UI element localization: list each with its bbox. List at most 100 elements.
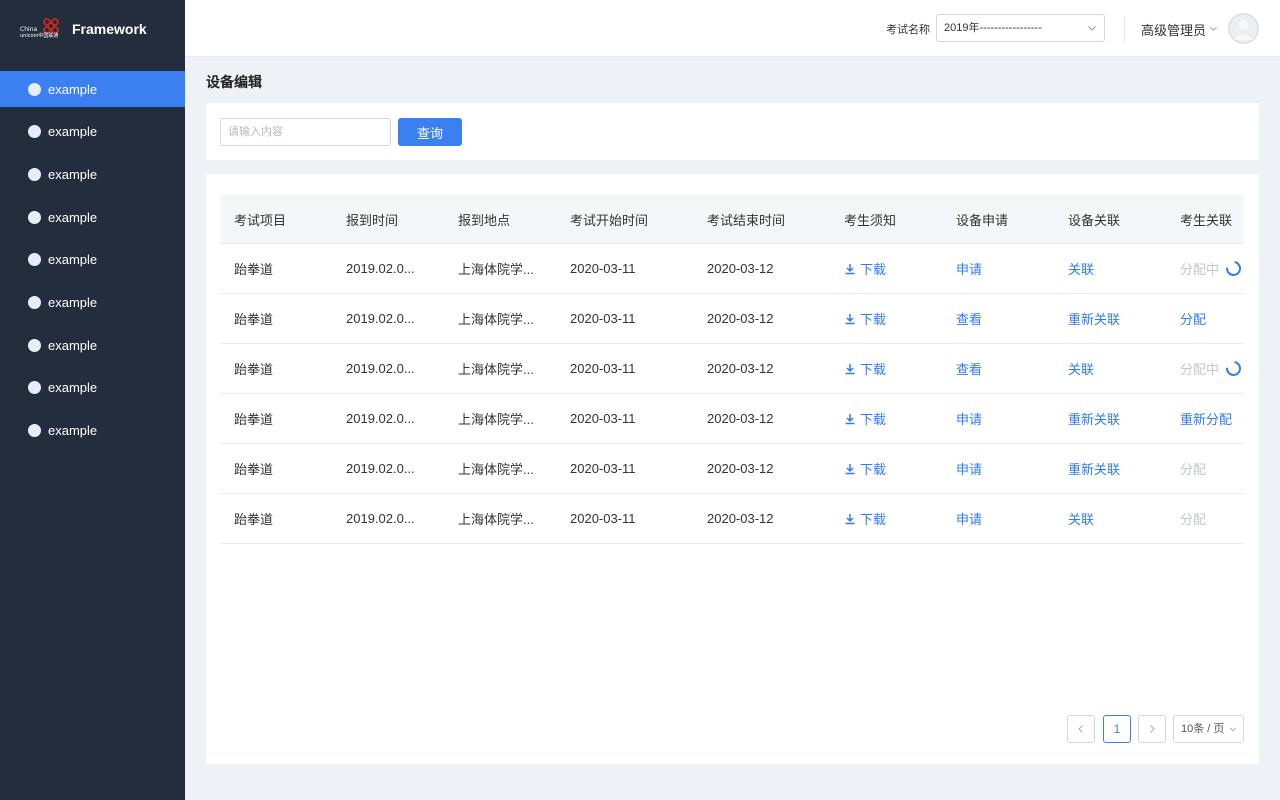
logo-text: Framework	[72, 21, 147, 37]
student-link-label: 分配	[1180, 312, 1207, 327]
sidebar-item-example[interactable]: example	[0, 156, 185, 192]
cell-end-time: 2020-03-12	[707, 311, 774, 326]
student-link-action[interactable]: 重新分配	[1180, 394, 1232, 443]
sidebar-item-label: example	[48, 337, 98, 353]
cell-checkin-time: 2019.02.0...	[346, 261, 415, 276]
table-card: 考试项目 报到时间 报到地点 考试开始时间 考试结束时间 考生须知 设备申请 设备关联 考生关联…	[206, 174, 1259, 764]
cell-start-time: 2020-03-11	[570, 361, 636, 376]
circle-icon	[28, 338, 41, 352]
sidebar-item-example[interactable]: example	[0, 413, 185, 449]
download-notice-link[interactable]: 下载	[844, 394, 886, 443]
cell-end-time: 2020-03-12	[707, 461, 774, 476]
search-button[interactable]: 查询	[398, 118, 462, 146]
circle-icon	[28, 253, 41, 267]
column-header-device-apply: 设备申请	[956, 212, 1009, 228]
download-notice-link[interactable]: 下载	[844, 294, 886, 343]
download-label: 下载	[860, 362, 887, 377]
cell-start-time: 2020-03-11	[570, 261, 636, 276]
device-apply-link[interactable]: 申请	[956, 244, 982, 293]
download-notice-link[interactable]: 下载	[844, 244, 886, 293]
cell-end-time: 2020-03-12	[707, 261, 774, 276]
chevron-down-icon	[1229, 727, 1237, 732]
page-size-select[interactable]: 10条 / 页	[1173, 715, 1244, 743]
download-icon	[845, 463, 855, 474]
device-apply-link[interactable]: 查看	[956, 294, 982, 343]
device-apply-link[interactable]: 申请	[956, 394, 982, 443]
device-link-link[interactable]: 关联	[1068, 244, 1094, 293]
device-link-link[interactable]: 重新关联	[1068, 444, 1120, 493]
download-label: 下载	[860, 462, 887, 477]
device-apply-link[interactable]: 查看	[956, 344, 982, 393]
column-header-start-time: 考试开始时间	[570, 212, 649, 228]
cell-location: 上海体院学...	[458, 512, 534, 527]
cell-checkin-time: 2019.02.0...	[346, 361, 415, 376]
column-header-checkin-location: 报到地点	[458, 212, 511, 228]
sidebar-item-example[interactable]: example	[0, 71, 185, 107]
sidebar-nav: example example example example example examp…	[0, 71, 185, 449]
table-row: 跆拳道 2019.02.0... 上海体院学... 2020-03-11 2020-03…	[220, 244, 1244, 294]
logo: China unicom中国联通 Framework	[0, 0, 185, 58]
user-name[interactable]: 高级管理员	[1141, 20, 1206, 39]
download-icon	[845, 263, 855, 274]
table-row: 跆拳道 2019.02.0... 上海体院学... 2020-03-11 2020-03…	[220, 444, 1244, 494]
chevron-left-icon	[1078, 725, 1083, 733]
pagination-prev-button[interactable]	[1067, 715, 1095, 743]
sidebar-item-example[interactable]: example	[0, 114, 185, 150]
cell-checkin-time: 2019.02.0...	[346, 461, 415, 476]
sidebar-item-label: example	[48, 423, 98, 438]
sidebar-item-example[interactable]: example	[0, 284, 185, 320]
sidebar-item-example[interactable]: example	[0, 242, 185, 278]
column-header-student-link: 考生关联	[1180, 212, 1233, 228]
cell-location: 上海体院学...	[458, 312, 534, 327]
table-row: 跆拳道 2019.02.0... 上海体院学... 2020-03-11 2020-03…	[220, 494, 1244, 544]
student-link-action: 分配	[1180, 444, 1206, 493]
sidebar-item-label: example	[48, 166, 98, 182]
device-link-link[interactable]: 重新关联	[1068, 294, 1120, 343]
search-input[interactable]	[220, 118, 391, 146]
page-title: 设备编辑	[206, 74, 262, 90]
student-link-label: 分配中	[1180, 262, 1220, 277]
circle-icon	[28, 82, 41, 96]
pagination-next-button[interactable]	[1138, 715, 1166, 743]
logo-line-2: unicom中国联通	[20, 33, 59, 39]
table-row: 跆拳道 2019.02.0... 上海体院学... 2020-03-11 2020-03…	[220, 294, 1244, 344]
student-link-action: 分配	[1180, 494, 1206, 543]
circle-icon	[28, 295, 41, 309]
cell-end-time: 2020-03-12	[707, 361, 774, 376]
chevron-right-icon	[1150, 725, 1155, 733]
cell-project: 跆拳道	[234, 312, 274, 327]
download-notice-link[interactable]: 下载	[844, 444, 886, 493]
student-link-action: 分配中	[1180, 244, 1242, 293]
sidebar-item-example[interactable]: example	[0, 199, 185, 235]
device-link-link[interactable]: 重新关联	[1068, 394, 1120, 443]
download-notice-link[interactable]: 下载	[844, 494, 886, 543]
sidebar-item-example[interactable]: example	[0, 370, 185, 406]
chevron-down-icon[interactable]	[1209, 24, 1218, 33]
cell-location: 上海体院学...	[458, 462, 534, 477]
device-link-link[interactable]: 关联	[1068, 344, 1094, 393]
cell-project: 跆拳道	[234, 362, 274, 377]
pagination-page-1[interactable]: 1	[1103, 715, 1131, 743]
device-apply-link[interactable]: 申请	[956, 444, 982, 493]
loading-spinner-icon	[1226, 361, 1242, 376]
cell-checkin-time: 2019.02.0...	[346, 511, 415, 526]
device-link-link[interactable]: 关联	[1068, 494, 1094, 543]
unicom-logo-icon: China unicom中国联通	[20, 18, 62, 40]
exam-name-label: 考试名称	[886, 24, 930, 36]
circle-icon	[28, 381, 41, 395]
table-header: 考试项目 报到时间 报到地点 考试开始时间 考试结束时间 考生须知 设备申请 设备关联 考生关联	[220, 195, 1244, 244]
sidebar-item-label: example	[48, 252, 98, 268]
avatar-icon[interactable]	[1228, 13, 1259, 44]
table-body: 跆拳道 2019.02.0... 上海体院学... 2020-03-11 2020-03…	[220, 244, 1244, 544]
column-header-device-link: 设备关联	[1068, 212, 1121, 228]
student-link-action[interactable]: 分配	[1180, 294, 1206, 343]
sidebar-item-label: example	[48, 294, 98, 310]
exam-name-select[interactable]: 2019年-----------------	[936, 14, 1105, 42]
download-notice-link[interactable]: 下载	[844, 344, 886, 393]
page-size-value: 10条 / 页	[1181, 723, 1225, 735]
cell-start-time: 2020-03-11	[570, 461, 636, 476]
sidebar-item-example[interactable]: example	[0, 327, 185, 363]
student-link-label: 分配	[1180, 462, 1207, 477]
device-apply-link[interactable]: 申请	[956, 494, 982, 543]
cell-project: 跆拳道	[234, 512, 274, 527]
